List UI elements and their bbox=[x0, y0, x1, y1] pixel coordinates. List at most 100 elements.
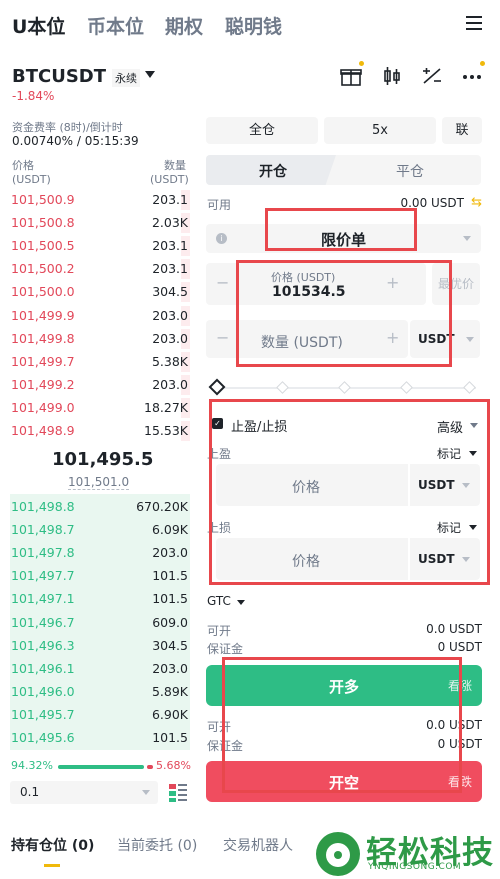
bid-qty: 5.89K bbox=[151, 683, 188, 699]
ask-qty: 203.0 bbox=[152, 376, 188, 392]
mark-price[interactable]: 101,501.0 bbox=[68, 475, 130, 490]
tab-positions[interactable]: 持有仓位 (0) bbox=[11, 835, 94, 855]
annotation-box-tpsl bbox=[209, 399, 490, 585]
tab-usdt-m[interactable]: U本位 bbox=[12, 12, 65, 39]
ask-row[interactable]: 101,499.0 18.27K bbox=[0, 396, 195, 419]
tab-open[interactable]: 开仓 bbox=[259, 161, 287, 181]
ask-qty: 5.38K bbox=[151, 353, 188, 369]
candlestick-chart-icon[interactable] bbox=[380, 64, 404, 88]
bid-price: 101,496.3 bbox=[11, 637, 75, 653]
bid-row[interactable]: 101,497.8 203.0 bbox=[0, 541, 195, 564]
ask-qty: 15.53K bbox=[144, 423, 188, 438]
ask-price: 101,500.2 bbox=[11, 261, 75, 277]
ask-price: 101,500.9 bbox=[11, 192, 75, 207]
bid-qty: 6.09K bbox=[151, 522, 188, 538]
decrease-price-button[interactable]: − bbox=[216, 273, 229, 292]
ob-qty-header: 数量 bbox=[164, 159, 186, 172]
tab-close[interactable]: 平仓 bbox=[396, 161, 424, 181]
bid-row[interactable]: 101,496.0 5.89K bbox=[0, 680, 195, 703]
slider-mark-75[interactable] bbox=[400, 381, 413, 394]
menu-icon[interactable] bbox=[466, 16, 482, 30]
bid-price: 101,498.7 bbox=[11, 522, 75, 538]
ask-price: 101,499.8 bbox=[11, 330, 75, 346]
ask-price: 101,500.8 bbox=[11, 215, 75, 231]
ask-row[interactable]: 101,500.2 203.1 bbox=[0, 257, 195, 280]
annotation-box-order-type bbox=[265, 208, 417, 251]
ask-qty: 203.1 bbox=[152, 238, 188, 254]
decrease-qty-button[interactable]: − bbox=[216, 328, 229, 347]
more-icon[interactable] bbox=[460, 64, 484, 88]
asset-mode-button[interactable]: 联 bbox=[442, 117, 482, 144]
margin-mode-button[interactable]: 全仓 bbox=[206, 117, 318, 144]
bid-row[interactable]: 101,496.3 304.5 bbox=[0, 634, 195, 657]
last-price: 101,495.5 bbox=[52, 449, 154, 470]
tab-options[interactable]: 期权 bbox=[165, 12, 203, 39]
transfer-icon[interactable]: ⇆ bbox=[471, 195, 482, 210]
ask-row[interactable]: 101,499.9 203.0 bbox=[0, 304, 195, 327]
tab-coin-m[interactable]: 币本位 bbox=[87, 12, 144, 39]
more-notification-dot bbox=[480, 61, 485, 66]
ask-qty: 18.27K bbox=[144, 399, 188, 415]
funding-value: 0.00740% / 05:15:39 bbox=[12, 134, 139, 148]
symbol-dropdown-icon[interactable] bbox=[145, 71, 155, 78]
quantity-slider-handle[interactable] bbox=[208, 378, 226, 396]
bid-price: 101,497.7 bbox=[11, 568, 75, 584]
ask-qty: 2.03K bbox=[151, 215, 188, 231]
bid-row[interactable]: 101,495.6 101.5 bbox=[0, 726, 195, 749]
bid-price: 101,495.7 bbox=[11, 706, 75, 722]
tab-open-orders[interactable]: 当前委托 (0) bbox=[117, 835, 197, 855]
orderbook-layout-icon[interactable] bbox=[168, 783, 188, 803]
ask-row[interactable]: 101,500.5 203.1 bbox=[0, 234, 195, 257]
bid-row[interactable]: 101,496.7 609.0 bbox=[0, 611, 195, 634]
tab-smart-money[interactable]: 聪明钱 bbox=[225, 12, 282, 39]
slider-mark-25[interactable] bbox=[276, 381, 289, 394]
ask-row[interactable]: 101,500.0 304.5 bbox=[0, 280, 195, 303]
bid-qty: 609.0 bbox=[152, 614, 188, 630]
tab-trading-bots[interactable]: 交易机器人 bbox=[223, 835, 293, 855]
contract-type-badge: 永续 bbox=[112, 69, 140, 87]
chevron-down-icon bbox=[237, 600, 245, 605]
watermark-logo-dot bbox=[334, 851, 342, 859]
ask-row[interactable]: 101,499.2 203.0 bbox=[0, 373, 195, 396]
slider-mark-100[interactable] bbox=[463, 381, 476, 394]
ob-qty-unit: (USDT) bbox=[150, 173, 189, 186]
ob-price-unit: (USDT) bbox=[12, 173, 51, 186]
bid-price: 101,496.7 bbox=[11, 614, 75, 630]
gift-icon[interactable] bbox=[339, 64, 363, 88]
bid-row[interactable]: 101,495.7 6.90K bbox=[0, 703, 195, 726]
bid-price: 101,498.8 bbox=[11, 499, 75, 514]
ask-price: 101,499.0 bbox=[11, 399, 75, 415]
ask-price: 101,499.9 bbox=[11, 307, 75, 323]
bid-price: 101,496.1 bbox=[11, 660, 75, 676]
bid-row[interactable]: 101,498.8 670.20K bbox=[0, 495, 195, 518]
chevron-down-icon bbox=[463, 236, 471, 241]
price-change: -1.84% bbox=[12, 89, 55, 103]
time-in-force-select[interactable]: GTC bbox=[207, 594, 231, 608]
symbol-name[interactable]: BTCUSDT bbox=[12, 66, 106, 87]
sell-ratio: 5.68% bbox=[156, 759, 191, 772]
ask-row[interactable]: 101,498.9 15.53K bbox=[0, 419, 195, 442]
bid-row[interactable]: 101,497.1 101.5 bbox=[0, 587, 195, 610]
bid-row[interactable]: 101,498.7 6.09K bbox=[0, 518, 195, 541]
ask-qty: 203.0 bbox=[152, 330, 188, 346]
available-label: 可用 bbox=[207, 198, 232, 212]
ask-row[interactable]: 101,500.9 203.1 bbox=[0, 188, 195, 211]
watermark-subtitle: YNQINGSONG.COM bbox=[368, 862, 462, 872]
bid-row[interactable]: 101,497.7 101.5 bbox=[0, 564, 195, 587]
long-can-open-value: 0.0 USDT bbox=[426, 622, 482, 636]
ask-row[interactable]: 101,499.8 203.0 bbox=[0, 327, 195, 350]
buy-ratio: 94.32% bbox=[11, 759, 53, 772]
buy-ratio-bar bbox=[58, 765, 144, 769]
calculator-icon[interactable] bbox=[420, 64, 444, 88]
ask-row[interactable]: 101,500.8 2.03K bbox=[0, 211, 195, 234]
chevron-down-icon bbox=[466, 337, 474, 342]
bid-qty: 203.0 bbox=[152, 545, 188, 561]
ask-row[interactable]: 101,499.7 5.38K bbox=[0, 350, 195, 373]
bid-price: 101,496.0 bbox=[11, 683, 75, 699]
bid-row[interactable]: 101,496.1 203.0 bbox=[0, 657, 195, 680]
slider-mark-50[interactable] bbox=[338, 381, 351, 394]
bid-qty: 101.5 bbox=[152, 568, 188, 584]
depth-step-select[interactable]: 0.1 bbox=[10, 781, 158, 804]
leverage-button[interactable]: 5x bbox=[324, 117, 436, 144]
open-close-tabs: 开仓 平仓 bbox=[206, 155, 481, 185]
